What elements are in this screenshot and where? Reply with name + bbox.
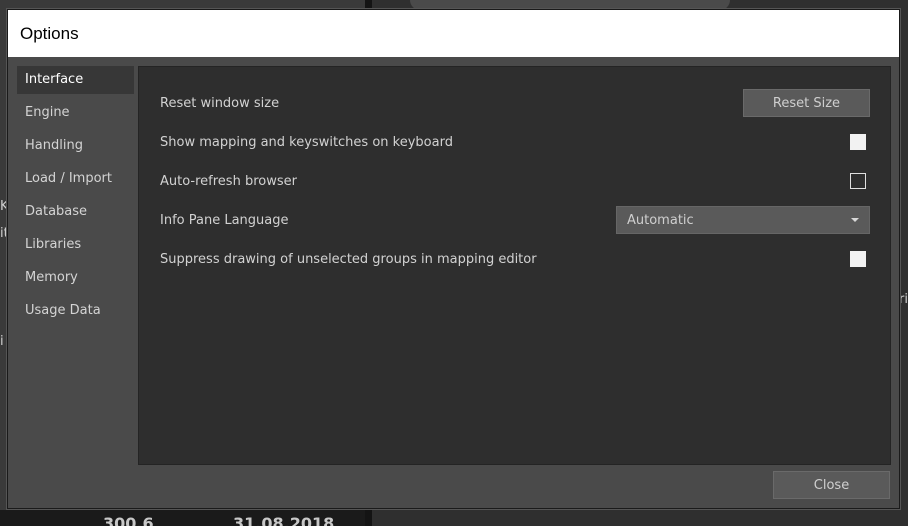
reset-size-button[interactable]: Reset Size <box>743 89 870 117</box>
sidebar-item-interface[interactable]: Interface <box>17 66 134 94</box>
background-text-fragment: i <box>0 334 4 349</box>
dialog-titlebar[interactable]: Options <box>8 10 899 57</box>
info-pane-language-row: Info Pane Language Automatic <box>160 206 870 234</box>
show-mapping-label: Show mapping and keyswitches on keyboard <box>160 134 453 150</box>
show-mapping-checkbox[interactable] <box>850 134 866 150</box>
suppress-drawing-label: Suppress drawing of unselected groups in… <box>160 251 537 267</box>
auto-refresh-checkbox[interactable] <box>850 173 866 189</box>
background-text-fragment: ri <box>899 292 908 307</box>
sidebar-item-libraries[interactable]: Libraries <box>17 231 134 264</box>
background-footer-value: 300.6 <box>103 514 154 526</box>
background-footer-date: 31.08.2018 <box>233 514 335 526</box>
options-dialog: Options Interface Engine Handling Load /… <box>7 9 900 509</box>
show-mapping-row: Show mapping and keyswitches on keyboard <box>160 128 869 156</box>
info-pane-language-value: Automatic <box>627 212 694 228</box>
dialog-body: Interface Engine Handling Load / Import … <box>8 57 899 508</box>
suppress-drawing-row: Suppress drawing of unselected groups in… <box>160 245 869 273</box>
auto-refresh-row: Auto-refresh browser <box>160 167 869 195</box>
interface-settings-panel: Reset window size Reset Size Show mappin… <box>138 66 891 465</box>
sidebar-item-load-import[interactable]: Load / Import <box>17 165 134 198</box>
dialog-title: Options <box>20 23 79 43</box>
sidebar-item-usage-data[interactable]: Usage Data <box>17 297 134 330</box>
reset-window-row: Reset window size Reset Size <box>160 89 870 117</box>
sidebar-item-engine[interactable]: Engine <box>17 99 134 132</box>
sidebar-item-database[interactable]: Database <box>17 198 134 231</box>
options-sidebar: Interface Engine Handling Load / Import … <box>17 66 134 330</box>
sidebar-item-handling[interactable]: Handling <box>17 132 134 165</box>
reset-window-label: Reset window size <box>160 95 280 111</box>
auto-refresh-label: Auto-refresh browser <box>160 173 297 189</box>
info-pane-language-select[interactable]: Automatic <box>616 206 870 234</box>
suppress-drawing-checkbox[interactable] <box>850 251 866 267</box>
sidebar-item-memory[interactable]: Memory <box>17 264 134 297</box>
close-button[interactable]: Close <box>773 471 890 499</box>
chevron-down-icon <box>851 218 859 222</box>
info-pane-language-label: Info Pane Language <box>160 212 289 228</box>
